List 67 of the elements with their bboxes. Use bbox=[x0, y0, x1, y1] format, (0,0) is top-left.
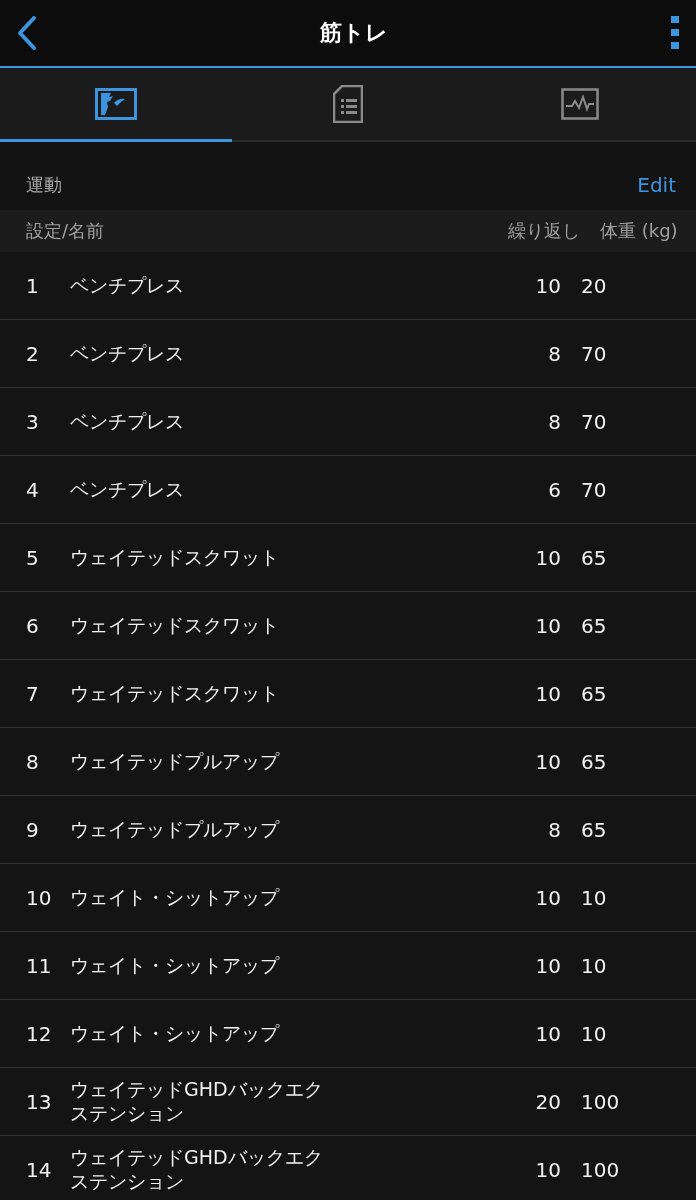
weight-value: 65 bbox=[580, 749, 608, 774]
weight-value: 70 bbox=[580, 341, 608, 366]
reps-value: 10 bbox=[534, 1021, 561, 1046]
exercise-name: ベンチプレス bbox=[70, 341, 185, 366]
reps-value: 6 bbox=[547, 477, 561, 502]
exercise-name: ウェイテッドスクワット bbox=[70, 545, 280, 570]
set-number: 6 bbox=[26, 613, 40, 638]
set-number: 4 bbox=[26, 477, 40, 502]
section-title: 運動 bbox=[26, 173, 62, 197]
exercise-name: ウェイテッドプルアップ bbox=[70, 749, 281, 774]
reps-value: 10 bbox=[534, 885, 561, 910]
weight-value: 10 bbox=[580, 885, 608, 910]
column-header: 体重 (kg) bbox=[599, 219, 679, 243]
weight-value: 10 bbox=[580, 1021, 608, 1046]
reps-value: 10 bbox=[534, 613, 561, 638]
reps-value: 8 bbox=[547, 409, 561, 434]
reps-value: 10 bbox=[534, 545, 561, 570]
exercise-name: ウェイテッドスクワット bbox=[70, 681, 280, 706]
reps-value: 10 bbox=[534, 953, 561, 978]
set-number: 8 bbox=[26, 749, 40, 774]
map-icon bbox=[95, 87, 137, 120]
edit-link[interactable]: Edit bbox=[637, 173, 676, 197]
exercise-name: ベンチプレス bbox=[70, 409, 185, 434]
reps-value: 20 bbox=[534, 1089, 561, 1114]
screen-title: 筋トレ bbox=[320, 19, 388, 47]
reps-value: 10 bbox=[534, 1157, 561, 1182]
weight-value: 65 bbox=[580, 681, 608, 706]
document-icon bbox=[333, 84, 363, 123]
set-number: 11 bbox=[26, 953, 53, 978]
set-number: 12 bbox=[26, 1021, 53, 1046]
exercise-name: ウェイテッドGHDバックエクステンション bbox=[70, 1077, 324, 1126]
exercise-name: ベンチプレス bbox=[70, 273, 185, 298]
more-icon[interactable] bbox=[670, 15, 680, 51]
set-number: 10 bbox=[26, 885, 53, 910]
set-number: 3 bbox=[26, 409, 40, 434]
reps-value: 10 bbox=[534, 681, 561, 706]
exercise-name: ウェイテッドGHDバックエクステンション bbox=[70, 1145, 324, 1194]
weight-value: 70 bbox=[580, 409, 608, 434]
column-header: 繰り返し bbox=[507, 219, 580, 243]
exercise-name: ベンチプレス bbox=[70, 477, 185, 502]
reps-value: 10 bbox=[534, 273, 561, 298]
column-header: 設定/名前 bbox=[26, 219, 106, 243]
weight-value: 65 bbox=[580, 613, 608, 638]
weight-value: 100 bbox=[580, 1157, 621, 1182]
weight-value: 20 bbox=[580, 273, 608, 298]
weight-value: 65 bbox=[580, 545, 608, 570]
set-number: 2 bbox=[26, 341, 40, 366]
reps-value: 8 bbox=[547, 817, 561, 842]
set-number: 13 bbox=[26, 1089, 53, 1114]
weight-value: 65 bbox=[580, 817, 608, 842]
set-number: 14 bbox=[26, 1157, 53, 1182]
exercise-name: ウェイト・シットアップ bbox=[70, 953, 281, 978]
pulse-icon bbox=[561, 87, 599, 120]
weight-value: 70 bbox=[580, 477, 608, 502]
exercise-name: ウェイト・シットアップ bbox=[70, 1021, 281, 1046]
exercise-name: ウェイテッドプルアップ bbox=[70, 817, 281, 842]
set-number: 9 bbox=[26, 817, 40, 842]
reps-value: 8 bbox=[547, 341, 561, 366]
exercise-name: ウェイテッドスクワット bbox=[70, 613, 280, 638]
weight-value: 10 bbox=[580, 953, 608, 978]
set-number: 1 bbox=[26, 273, 40, 298]
set-number: 7 bbox=[26, 681, 40, 706]
exercise-name: ウェイト・シットアップ bbox=[70, 885, 281, 910]
reps-value: 10 bbox=[534, 749, 561, 774]
weight-value: 100 bbox=[580, 1089, 621, 1114]
back-icon[interactable] bbox=[16, 15, 38, 51]
set-number: 5 bbox=[26, 545, 40, 570]
